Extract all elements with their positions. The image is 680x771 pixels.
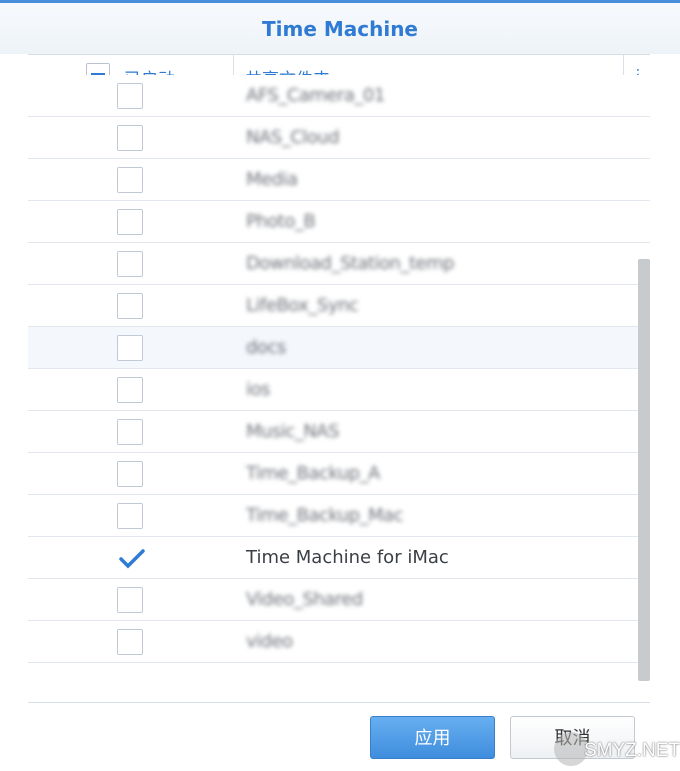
- checkbox[interactable]: [117, 167, 143, 193]
- table-row[interactable]: Time_Backup_A: [28, 453, 650, 495]
- watermark-text: SMYZ.NET: [584, 740, 680, 761]
- watermark: SMYZ.NET: [540, 730, 680, 771]
- table-row[interactable]: video: [28, 621, 650, 663]
- shared-folder-table: 已启动 共享文件夹 ⋮ AFS_Camera_01NAS_CloudMediaP…: [28, 54, 650, 681]
- table-row[interactable]: Photo_B: [28, 201, 650, 243]
- checkbox[interactable]: [117, 377, 143, 403]
- table-row[interactable]: Media: [28, 159, 650, 201]
- apply-button[interactable]: 应用: [370, 716, 495, 759]
- checkbox[interactable]: [117, 335, 143, 361]
- dialog-title: Time Machine: [261, 17, 418, 41]
- shared-folder-name: Video_Shared: [246, 589, 363, 610]
- checkbox[interactable]: [117, 251, 143, 277]
- shared-folder-name: Time Machine for iMac: [246, 547, 449, 568]
- shared-folder-name: ios: [246, 379, 270, 400]
- checkbox[interactable]: [117, 83, 143, 109]
- table-row[interactable]: Time Machine for iMac: [28, 537, 650, 579]
- shared-folder-name: Time_Backup_Mac: [246, 505, 404, 526]
- shared-folder-name: Music_NAS: [246, 421, 339, 442]
- shared-folder-name: Media: [246, 169, 298, 190]
- table-row[interactable]: AFS_Camera_01: [28, 75, 650, 117]
- checkbox[interactable]: [117, 461, 143, 487]
- checkbox[interactable]: [117, 503, 143, 529]
- shared-folder-name: Download_Station_temp: [246, 253, 455, 274]
- table-row[interactable]: Time_Backup_Mac: [28, 495, 650, 537]
- table-body: AFS_Camera_01 NAS_Cloud Media Photo_B Downlo…: [28, 75, 650, 663]
- table-row[interactable]: Music_NAS: [28, 411, 650, 453]
- checkbox[interactable]: [117, 293, 143, 319]
- checkbox[interactable]: [117, 587, 143, 613]
- checkbox[interactable]: [117, 209, 143, 235]
- table-row[interactable]: docs: [28, 327, 650, 369]
- table-row[interactable]: LifeBox_Sync: [28, 285, 650, 327]
- shared-folder-name: Photo_B: [246, 211, 316, 232]
- shared-folder-name: AFS_Camera_01: [246, 85, 385, 106]
- dialog-header: Time Machine: [0, 3, 680, 54]
- footer-divider: [28, 702, 650, 703]
- table-row[interactable]: NAS_Cloud: [28, 117, 650, 159]
- table-row[interactable]: Download_Station_temp: [28, 243, 650, 285]
- table-row[interactable]: Video_Shared: [28, 579, 650, 621]
- checkbox-checked[interactable]: [117, 545, 145, 571]
- shared-folder-name: Time_Backup_A: [246, 463, 380, 484]
- shared-folder-name: NAS_Cloud: [246, 127, 340, 148]
- watermark-logo-icon: [554, 732, 588, 766]
- checkmark-icon: [119, 549, 145, 569]
- shared-folder-name: video: [246, 631, 293, 652]
- shared-folder-name: docs: [246, 337, 286, 358]
- table-row[interactable]: ios: [28, 369, 650, 411]
- checkbox[interactable]: [117, 419, 143, 445]
- shared-folder-name: LifeBox_Sync: [246, 295, 359, 316]
- checkbox[interactable]: [117, 125, 143, 151]
- checkbox[interactable]: [117, 629, 143, 655]
- scrollbar-thumb[interactable]: [638, 259, 650, 681]
